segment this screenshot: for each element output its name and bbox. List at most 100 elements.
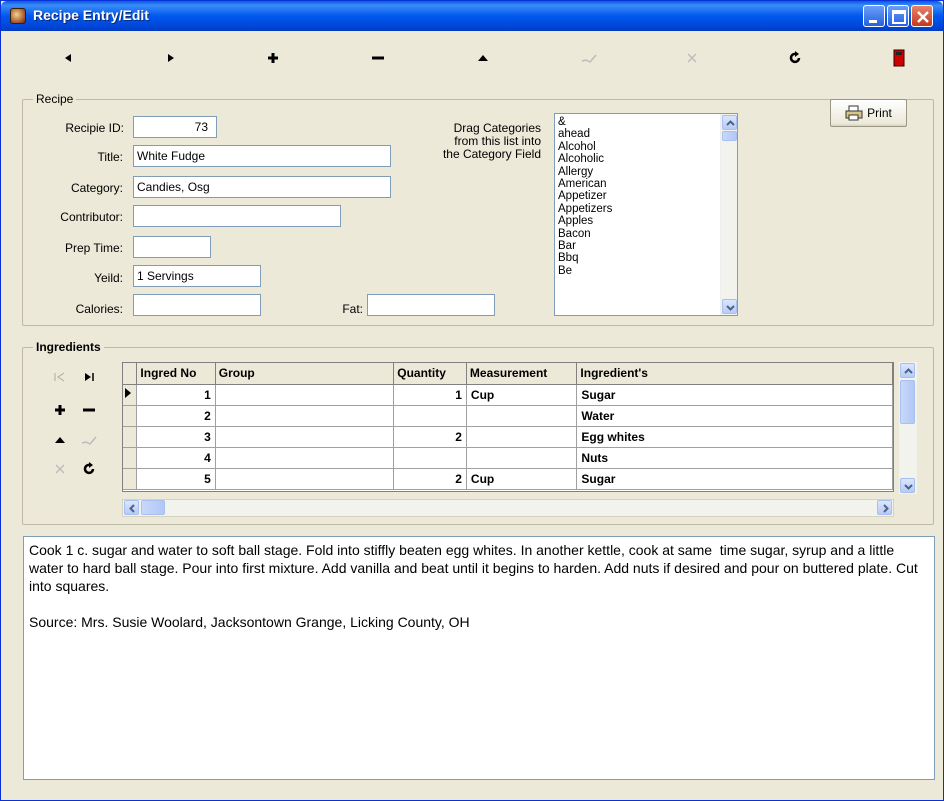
category-field[interactable]: Candies, Osg — [133, 176, 391, 198]
category-list-item[interactable]: Bacon — [558, 228, 718, 240]
row-indicator[interactable] — [123, 468, 138, 490]
row-indicator[interactable] — [123, 447, 138, 469]
maximize-button[interactable] — [887, 5, 909, 27]
category-list-item[interactable]: Appetizers — [558, 203, 718, 215]
delete-ingredient-button[interactable] — [78, 399, 100, 421]
category-list-item[interactable]: Appetizer — [558, 190, 718, 202]
category-scrollbar[interactable] — [720, 114, 737, 315]
cell-quantity[interactable] — [393, 447, 467, 469]
insert-record-button[interactable] — [253, 45, 293, 71]
cell-ingred-no[interactable]: 4 — [136, 447, 216, 469]
recipe-id-field[interactable]: 73 — [133, 116, 217, 138]
current-row-indicator[interactable] — [123, 384, 138, 406]
column-header-quantity[interactable]: Quantity — [393, 363, 467, 385]
cell-group[interactable] — [215, 468, 395, 490]
app-icon[interactable] — [10, 8, 26, 24]
calories-field[interactable] — [133, 294, 261, 316]
cancel-ingredient-button[interactable] — [49, 458, 71, 480]
table-row[interactable]: 5 2 Cup Sugar — [123, 468, 893, 490]
grid-scroll-left-button[interactable] — [124, 500, 139, 515]
grid-hscroll-thumb[interactable] — [141, 500, 165, 515]
post-ingredient-button[interactable] — [78, 429, 100, 451]
prep-time-field[interactable] — [133, 236, 211, 258]
refresh-ingredients-button[interactable] — [78, 458, 100, 480]
scroll-up-button[interactable] — [722, 115, 737, 130]
cell-ingredient[interactable]: Sugar — [576, 468, 893, 490]
scroll-thumb[interactable] — [722, 131, 737, 141]
row-indicator[interactable] — [123, 405, 138, 427]
grid-scroll-thumb[interactable] — [900, 380, 915, 424]
cell-quantity[interactable] — [393, 405, 467, 427]
grid-scroll-right-button[interactable] — [877, 500, 892, 515]
category-list-item[interactable]: Apples — [558, 215, 718, 227]
category-listbox[interactable]: & ahead Alcohol Alcoholic Allergy American App… — [554, 113, 738, 316]
next-record-button[interactable] — [151, 45, 191, 71]
minimize-button[interactable] — [863, 5, 885, 27]
cell-group[interactable] — [215, 426, 395, 448]
cell-ingred-no[interactable]: 3 — [136, 426, 216, 448]
cell-group[interactable] — [215, 405, 395, 427]
prior-record-button[interactable] — [48, 45, 88, 71]
category-list-item[interactable]: Bbq — [558, 252, 718, 264]
recipe-window: Recipe Entry/Edit Recipe Recipie ID: 73 … — [0, 0, 944, 801]
directions-memo[interactable]: Cook 1 c. sugar and water to soft ball s… — [23, 536, 935, 780]
category-list-item[interactable]: Allergy — [558, 166, 718, 178]
cell-ingredient[interactable]: Sugar — [576, 384, 893, 406]
print-button[interactable]: Print — [830, 99, 907, 127]
category-list-item[interactable]: Be — [558, 265, 718, 277]
delete-record-button[interactable] — [358, 45, 398, 71]
table-row[interactable]: 2 Water — [123, 405, 893, 427]
category-list-item[interactable]: Bar — [558, 240, 718, 252]
cell-ingredient[interactable]: Egg whites — [576, 426, 893, 448]
refresh-button[interactable] — [775, 45, 815, 71]
grid-horizontal-scrollbar[interactable] — [122, 499, 894, 517]
grid-vertical-scrollbar[interactable] — [899, 362, 917, 494]
category-list-item[interactable]: ahead — [558, 128, 718, 140]
cell-measurement[interactable]: Cup — [466, 468, 578, 490]
category-list-item[interactable]: American — [558, 178, 718, 190]
cell-quantity[interactable]: 1 — [393, 384, 467, 406]
title-field[interactable]: White Fudge — [133, 145, 391, 167]
category-list-item[interactable]: Alcohol — [558, 141, 718, 153]
cell-ingred-no[interactable]: 1 — [136, 384, 216, 406]
cancel-edit-button[interactable] — [672, 45, 712, 71]
cell-measurement[interactable] — [466, 447, 578, 469]
cell-group[interactable] — [215, 384, 395, 406]
cell-group[interactable] — [215, 447, 395, 469]
cell-ingredient[interactable]: Water — [576, 405, 893, 427]
row-indicator[interactable] — [123, 426, 138, 448]
yield-field[interactable]: 1 Servings — [133, 265, 261, 287]
table-row[interactable]: 3 2 Egg whites — [123, 426, 893, 448]
cell-measurement[interactable] — [466, 426, 578, 448]
ingredients-grid[interactable]: Ingred No Group Quantity Measurement Ing… — [122, 362, 894, 492]
contributor-field[interactable] — [133, 205, 341, 227]
table-row[interactable]: 1 1 Cup Sugar — [123, 384, 893, 406]
category-list-item[interactable]: Alcoholic — [558, 153, 718, 165]
cell-ingredient[interactable]: Nuts — [576, 447, 893, 469]
column-header-ingred-no[interactable]: Ingred No — [136, 363, 216, 385]
cell-ingred-no[interactable]: 5 — [136, 468, 216, 490]
cell-quantity[interactable]: 2 — [393, 426, 467, 448]
add-ingredient-button[interactable] — [49, 399, 71, 421]
grid-scroll-down-button[interactable] — [900, 478, 915, 493]
cell-measurement[interactable]: Cup — [466, 384, 578, 406]
column-header-measurement[interactable]: Measurement — [466, 363, 578, 385]
edit-record-button[interactable] — [463, 45, 503, 71]
column-header-ingredient[interactable]: Ingredient's — [576, 363, 893, 385]
grid-scroll-up-button[interactable] — [900, 363, 915, 378]
scroll-down-button[interactable] — [722, 299, 737, 314]
category-list-item[interactable]: & — [558, 116, 718, 128]
fat-field[interactable] — [367, 294, 495, 316]
title-bar[interactable]: Recipe Entry/Edit — [1, 1, 943, 31]
column-header-group[interactable]: Group — [215, 363, 395, 385]
exit-button[interactable] — [879, 45, 919, 71]
last-ingredient-button[interactable] — [78, 366, 100, 388]
close-button[interactable] — [911, 5, 933, 27]
cell-measurement[interactable] — [466, 405, 578, 427]
cell-quantity[interactable]: 2 — [393, 468, 467, 490]
edit-ingredient-button[interactable] — [49, 429, 71, 451]
cell-ingred-no[interactable]: 2 — [136, 405, 216, 427]
post-edit-button[interactable] — [569, 45, 609, 71]
first-ingredient-button[interactable] — [49, 366, 71, 388]
table-row[interactable]: 4 Nuts — [123, 447, 893, 469]
